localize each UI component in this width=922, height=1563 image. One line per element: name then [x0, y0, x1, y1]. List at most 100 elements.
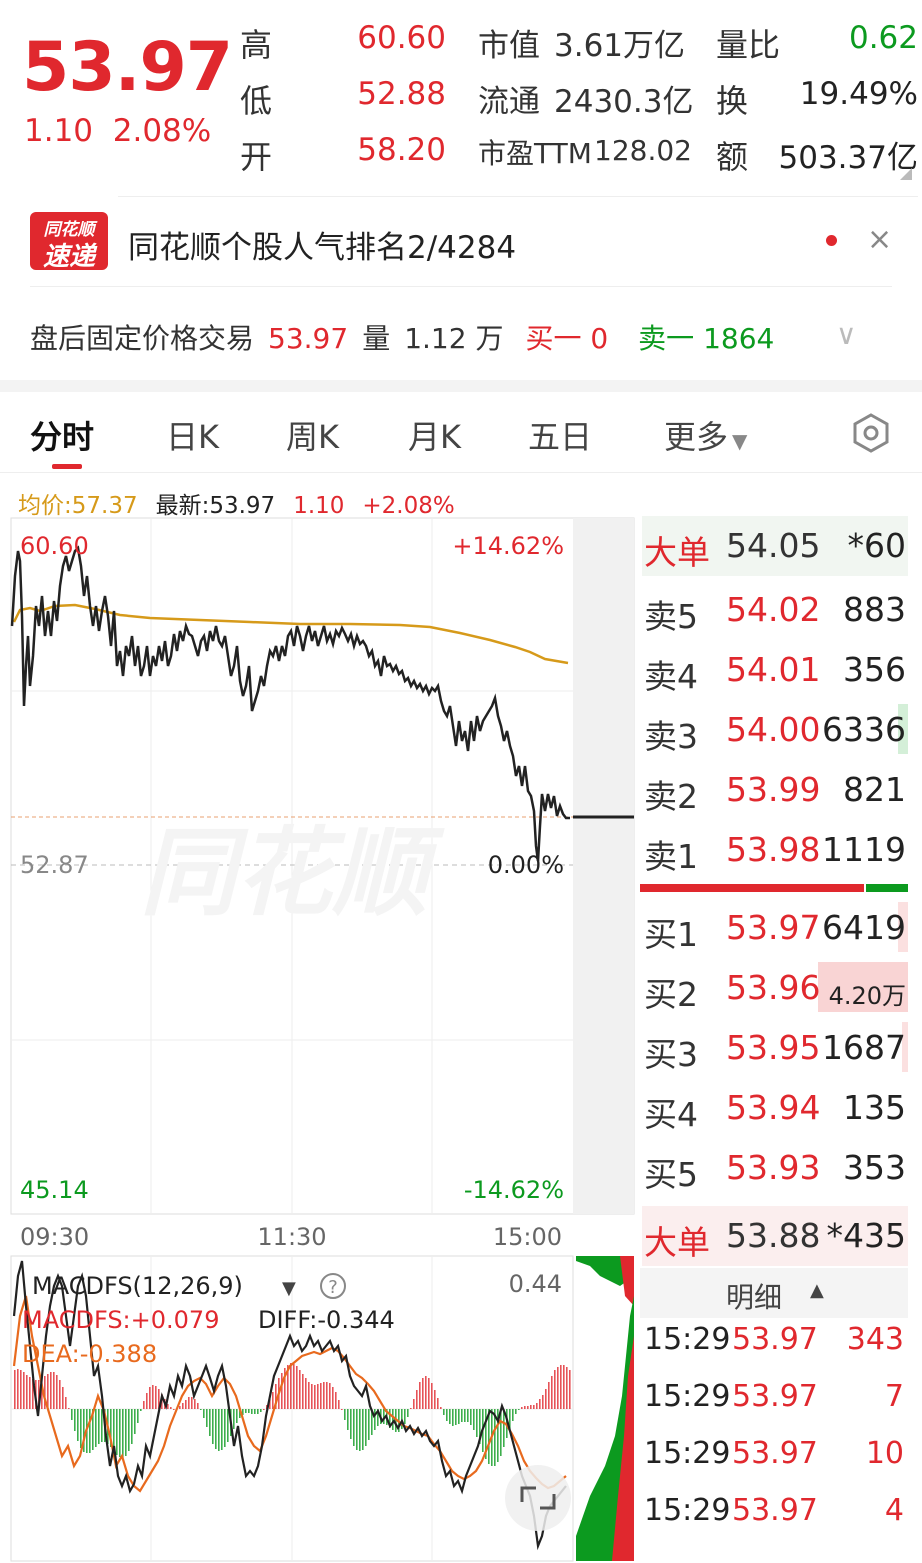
macd-bar	[302, 1374, 304, 1409]
macd-bar	[404, 1409, 406, 1424]
buy-3-vol: 1687	[822, 1028, 906, 1067]
sell-1-row[interactable]: 卖1 53.98 1119	[642, 820, 908, 880]
sell-4-label: 卖4	[644, 657, 698, 696]
fullscreen-button[interactable]	[505, 1465, 571, 1531]
big-order-top[interactable]: 大单 54.05 *60	[642, 516, 908, 576]
macd-bar	[272, 1392, 274, 1409]
tick-time: 15:29	[644, 1379, 731, 1414]
pe-value: 128.02	[594, 134, 692, 167]
buy-1-vol: 6419	[822, 908, 906, 947]
macd-bar	[521, 1407, 523, 1409]
macd-bar	[80, 1409, 82, 1448]
tab-five-day[interactable]: 五日	[528, 412, 592, 458]
sell-4-row[interactable]: 卖4 54.01 356	[642, 640, 908, 700]
buy-5-row[interactable]: 买5 53.93 353	[642, 1138, 908, 1198]
tick-vol: 10	[865, 1436, 904, 1471]
sell-3-row[interactable]: 卖3 54.00 6336	[642, 700, 908, 760]
detail-header[interactable]: 明细 ▲	[640, 1268, 908, 1318]
macd-bar	[431, 1383, 433, 1409]
macd-bar	[296, 1366, 298, 1409]
popularity-rank-text[interactable]: 同花顺个股人气排名2/4284	[128, 222, 516, 267]
market-cap-value: 3.61万亿	[554, 28, 686, 64]
macd-bar	[293, 1364, 295, 1409]
macd-bar	[344, 1409, 346, 1420]
divider	[0, 472, 922, 473]
low-value: 52.88	[357, 76, 446, 112]
big-order-label: 大单	[644, 533, 710, 572]
macd-bar	[440, 1407, 442, 1409]
time-label-close: 15:00	[493, 1223, 562, 1251]
macd-bar	[245, 1409, 247, 1413]
tab-intraday[interactable]: 分时	[30, 412, 94, 458]
buy-2-row[interactable]: 买2 53.96 4.20万	[642, 958, 908, 1018]
macd-title[interactable]: MACDFS(12,26,9)	[32, 1272, 243, 1300]
help-icon-glyph: ?	[328, 1277, 338, 1298]
buy-1-row[interactable]: 买1 53.97 6419	[642, 898, 908, 958]
macd-dropdown-icon[interactable]: ▼	[282, 1278, 296, 1299]
divider	[118, 196, 918, 197]
macd-bar	[179, 1406, 181, 1409]
after-hours-vol-label: 量	[362, 322, 391, 355]
expand-corner-icon[interactable]	[900, 168, 912, 180]
sell-1-vol: 1119	[822, 830, 906, 869]
time-label-mid: 11:30	[257, 1223, 326, 1251]
macd-bar	[434, 1390, 436, 1409]
buy-4-row[interactable]: 买4 53.94 135	[642, 1078, 908, 1138]
tab-daily-k[interactable]: 日K	[166, 412, 219, 458]
macd-bar	[347, 1409, 349, 1430]
sell-2-price: 53.99	[726, 770, 821, 809]
macd-bar	[308, 1382, 310, 1409]
after-hours-trading-row[interactable]: 盘后固定价格交易 53.97 量 1.12 万买一 0 卖一 1864	[30, 317, 788, 357]
macd-bar	[512, 1409, 514, 1421]
big-order-bottom[interactable]: 大单 53.88 *435	[642, 1206, 908, 1266]
settings-hexagon-icon[interactable]	[850, 412, 892, 454]
ths-express-logo: 同花顺 速递	[30, 212, 108, 272]
macdfs-value: MACDFS:+0.079	[22, 1306, 219, 1334]
macd-bar	[101, 1409, 103, 1442]
macd-bar	[455, 1409, 457, 1425]
macd-bar	[122, 1409, 124, 1458]
buy-5-price: 53.93	[726, 1148, 821, 1187]
macd-bar	[188, 1397, 190, 1409]
intraday-chart[interactable]: 同花顺 60.60 +14.62% 52.87 0.00% 45.14 -14.…	[0, 516, 640, 1563]
macd-bar	[116, 1409, 118, 1455]
macd-bar	[314, 1385, 316, 1409]
macd-bar	[281, 1373, 283, 1409]
buy-3-row[interactable]: 买3 53.95 1687	[642, 1018, 908, 1078]
macd-bar	[197, 1403, 199, 1409]
macd-bar	[470, 1409, 472, 1425]
macd-bar	[407, 1409, 409, 1417]
macd-bar	[449, 1409, 451, 1424]
macd-bar	[56, 1375, 58, 1409]
macd-bar	[236, 1409, 238, 1423]
tab-weekly-k[interactable]: 周K	[286, 412, 339, 458]
sell-5-row[interactable]: 卖5 54.02 883	[642, 580, 908, 640]
logo-line2: 速递	[42, 242, 95, 272]
macd-bar	[524, 1406, 526, 1409]
macd-bar	[77, 1409, 79, 1441]
macd-bar	[320, 1383, 322, 1409]
change-abs: 1.10	[24, 113, 94, 149]
macd-bar	[152, 1385, 154, 1409]
sell-1-label: 卖1	[644, 837, 698, 876]
macd-bar	[251, 1409, 253, 1414]
macd-bar	[374, 1409, 376, 1430]
macd-bar	[416, 1390, 418, 1409]
macd-bar	[422, 1378, 424, 1409]
macd-bar	[17, 1369, 19, 1409]
macd-bar	[71, 1409, 73, 1420]
macd-bar	[548, 1382, 550, 1409]
macd-bar	[119, 1409, 121, 1457]
tick-price: 53.97	[732, 1493, 818, 1528]
tab-monthly-k[interactable]: 月K	[408, 412, 461, 458]
close-icon[interactable]: ×	[867, 222, 892, 257]
macd-bar	[410, 1408, 412, 1409]
macd-bar	[464, 1409, 466, 1422]
sell-2-row[interactable]: 卖2 53.99 821	[642, 760, 908, 820]
macd-bar	[206, 1409, 208, 1427]
macd-bar	[458, 1409, 460, 1424]
after-hours-zone	[573, 518, 634, 1214]
chevron-down-icon[interactable]: ∨	[836, 318, 857, 351]
tab-more[interactable]: 更多 ▼	[664, 412, 747, 458]
macd-bar	[557, 1367, 559, 1409]
